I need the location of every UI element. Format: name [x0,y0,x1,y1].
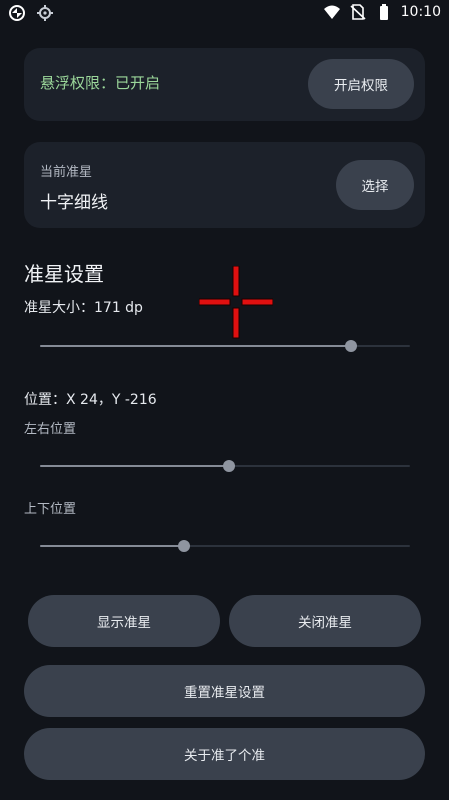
current-reticle-label: 当前准星 [40,165,93,180]
current-reticle-card: 当前准星 十字细线 选择 [24,142,425,228]
position-label: 位置：X 24，Y -216 [24,392,157,408]
close-crosshair-button[interactable]: 关闭准星 [229,595,421,647]
horizontal-slider-thumb[interactable] [222,460,235,472]
permission-status: 悬浮权限：已开启 [40,74,161,92]
status-bar: 10:10 [0,0,449,26]
horizontal-position-label: 左右位置 [24,422,77,437]
vertical-position-slider[interactable] [40,536,410,556]
no-sim-icon [350,4,366,20]
show-crosshair-button[interactable]: 显示准星 [28,595,220,647]
status-time: 10:10 [400,4,441,20]
vertical-slider-fill [40,545,185,547]
status-right: 10:10 [323,3,441,21]
horizontal-position-slider[interactable] [40,456,410,476]
select-reticle-button[interactable]: 选择 [336,160,414,210]
about-button[interactable]: 关于准了个准 [24,728,425,780]
battery-icon [379,4,388,20]
size-slider-fill [40,345,351,347]
vertical-position-label: 上下位置 [24,502,77,517]
size-label: 准星大小：171 dp [24,300,143,316]
reset-settings-button[interactable]: 重置准星设置 [24,665,425,717]
permission-card: 悬浮权限：已开启 开启权限 [24,48,425,121]
settings-cog-icon [37,5,53,21]
wifi-icon [323,5,340,19]
vertical-slider-thumb[interactable] [178,540,191,552]
size-slider-thumb[interactable] [344,340,357,352]
horizontal-slider-fill [40,465,229,467]
app-root: 10:10 悬浮权限：已开启 开启权限 当前准星 十字细线 选择 准星设置 准星… [0,0,449,800]
enable-permission-button[interactable]: 开启权限 [308,59,414,109]
settings-title: 准星设置 [24,262,104,286]
app-logo-icon [9,5,25,21]
size-slider[interactable] [40,336,410,356]
crosshair-preview-icon [199,266,273,339]
status-left [8,4,54,22]
current-reticle-value: 十字细线 [40,193,108,213]
